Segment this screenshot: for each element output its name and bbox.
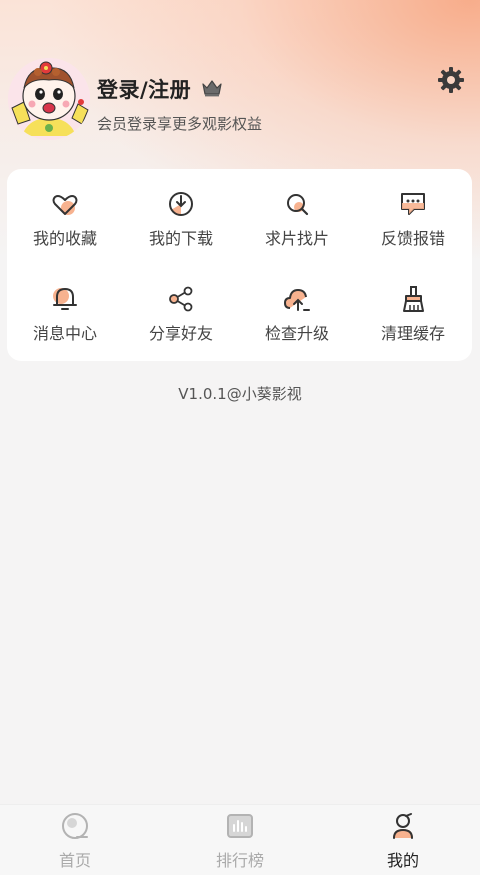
- avatar[interactable]: [8, 58, 90, 140]
- app-version: V1.0.1@小葵影视: [178, 385, 302, 403]
- tab-label: 我的: [386, 851, 419, 870]
- quick-actions-card: 我的收藏 我的下载 求片找片 反馈报错 消息中心 分享好友 检查升级 清理缓存: [7, 169, 472, 361]
- tab-label: 首页: [58, 851, 91, 870]
- feedback-icon: [401, 193, 425, 215]
- tab-home[interactable]: 首页: [25, 811, 125, 873]
- cloud-upload-icon: [284, 289, 310, 311]
- bottom-tab-bar: 首页 排行榜 我的: [0, 804, 480, 875]
- cartoon-girl-avatar-icon: [8, 58, 90, 140]
- action-clear-cache[interactable]: 清理缓存: [355, 284, 471, 354]
- tab-label: 排行榜: [215, 851, 264, 870]
- action-label: 检查升级: [264, 324, 329, 343]
- action-label: 我的收藏: [32, 229, 97, 248]
- search-film-icon: [287, 194, 309, 216]
- broom-icon: [403, 286, 424, 312]
- action-label: 消息中心: [32, 324, 97, 343]
- action-request-film[interactable]: 求片找片: [239, 189, 355, 259]
- action-messages[interactable]: 消息中心: [7, 284, 123, 354]
- crown-icon: [202, 80, 222, 97]
- heart-icon: [52, 195, 78, 215]
- action-feedback[interactable]: 反馈报错: [355, 189, 471, 259]
- action-label: 清理缓存: [380, 324, 445, 343]
- action-share[interactable]: 分享好友: [123, 284, 239, 354]
- profile-icon: [393, 813, 413, 839]
- home-icon: [62, 813, 88, 839]
- ranking-icon: [227, 814, 253, 838]
- download-icon: [169, 192, 193, 216]
- tab-ranking[interactable]: 排行榜: [190, 811, 290, 873]
- profile-header: 登录/注册 会员登录享更多观影权益: [0, 0, 480, 160]
- action-check-update[interactable]: 检查升级: [239, 284, 355, 354]
- share-icon: [169, 286, 193, 312]
- action-downloads[interactable]: 我的下载: [123, 189, 239, 259]
- login-register-link[interactable]: 登录/注册: [97, 74, 191, 104]
- tab-mine[interactable]: 我的: [353, 811, 453, 873]
- action-label: 反馈报错: [380, 229, 445, 248]
- gear-icon[interactable]: [437, 66, 465, 94]
- member-benefit-subtitle: 会员登录享更多观影权益: [97, 115, 263, 133]
- action-label: 求片找片: [264, 229, 329, 248]
- action-label: 我的下载: [148, 229, 213, 248]
- action-favorites[interactable]: 我的收藏: [7, 189, 123, 259]
- action-label: 分享好友: [148, 324, 213, 343]
- bell-icon: [53, 288, 77, 310]
